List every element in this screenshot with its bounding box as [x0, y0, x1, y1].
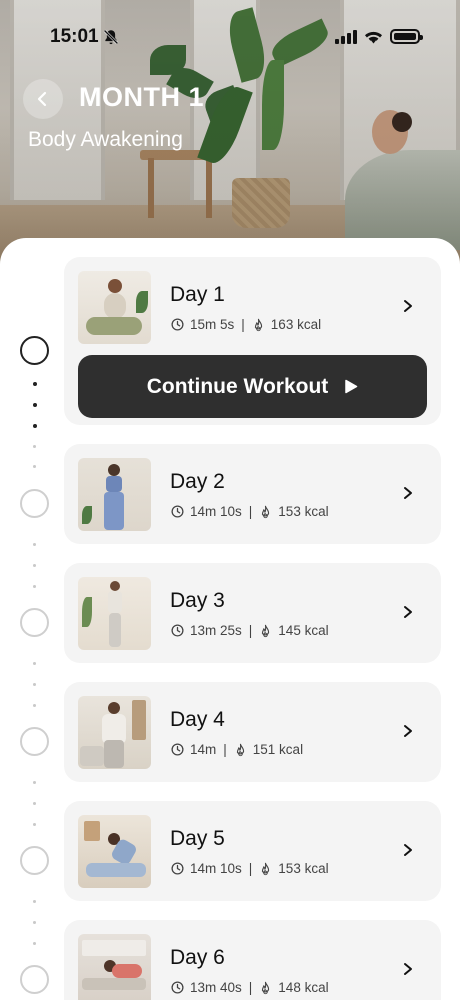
day-1-progress-circle	[20, 336, 49, 365]
chevron-right-icon	[404, 844, 412, 856]
clock-icon	[171, 505, 184, 518]
day-card-6[interactable]: Day 6 13m 40s | 148 kcal	[64, 920, 441, 1000]
flame-icon	[262, 624, 270, 637]
day-card-3[interactable]: Day 3 13m 25s | 145 kcal	[64, 563, 441, 663]
day-3-thumbnail	[78, 577, 151, 650]
timeline-dot	[33, 564, 36, 567]
continue-workout-button[interactable]: Continue Workout	[78, 355, 427, 418]
meta-separator: |	[241, 317, 245, 332]
day-4-progress-circle	[20, 727, 49, 756]
timeline-dot	[32, 382, 37, 386]
timeline-dot	[33, 445, 36, 448]
timeline-dot	[33, 683, 36, 686]
timeline-dot	[33, 662, 36, 665]
calories-text: 145 kcal	[278, 623, 329, 638]
day-2-meta: 14m 10s | 153 kcal	[171, 504, 329, 519]
timeline-dot	[33, 543, 36, 546]
clock-icon	[171, 743, 184, 756]
chevron-right-icon	[404, 606, 412, 618]
day-5-meta: 14m 10s | 153 kcal	[171, 861, 329, 876]
timeline-dot	[33, 823, 36, 826]
timeline-dot	[33, 585, 36, 588]
day-card-4[interactable]: Day 4 14m | 151 kcal	[64, 682, 441, 782]
duration-text: 13m 40s	[190, 980, 242, 995]
day-6-meta: 13m 40s | 148 kcal	[171, 980, 329, 995]
day-card-5[interactable]: Day 5 14m 10s | 153 kcal	[64, 801, 441, 901]
flame-icon	[254, 318, 262, 331]
duration-text: 14m 10s	[190, 504, 242, 519]
clock-icon	[171, 981, 184, 994]
meta-separator: |	[248, 504, 253, 519]
day-card-2[interactable]: Day 2 14m 10s | 153 kcal	[64, 444, 441, 544]
timeline-dot	[33, 900, 36, 903]
clock-icon	[171, 862, 184, 875]
day-1-meta: 15m 5s | 163 kcal	[171, 317, 321, 332]
battery-icon	[390, 29, 423, 44]
meta-separator: |	[248, 623, 253, 638]
day-1-thumbnail	[78, 271, 151, 344]
bell-slash-icon	[103, 29, 119, 45]
day-label: Day 2	[170, 470, 225, 493]
day-5-thumbnail	[78, 815, 151, 888]
clock-icon	[171, 624, 184, 637]
flame-icon	[262, 505, 270, 518]
clock-icon	[171, 318, 184, 331]
page-title: MONTH 1	[79, 82, 204, 112]
day-card-1[interactable]: Day 1 15m 5s | 163 kcal Continue Workout	[64, 257, 441, 425]
meta-separator: |	[248, 861, 253, 876]
chevron-left-icon	[37, 91, 47, 107]
timeline-dot	[33, 802, 36, 805]
meta-separator: |	[223, 742, 227, 757]
day-6-thumbnail	[78, 934, 151, 1000]
chevron-right-icon	[404, 963, 412, 975]
day-label: Day 3	[170, 589, 225, 612]
day-label: Day 6	[170, 946, 225, 969]
timeline-dot	[33, 704, 36, 707]
day-label: Day 5	[170, 827, 225, 850]
calories-text: 151 kcal	[252, 742, 304, 757]
duration-text: 13m 25s	[190, 623, 242, 638]
duration-text: 14m	[190, 742, 217, 757]
timeline-dot	[33, 465, 36, 468]
duration-text: 14m 10s	[190, 861, 242, 876]
chevron-right-icon	[404, 300, 412, 312]
day-5-progress-circle	[20, 846, 49, 875]
flame-icon	[236, 743, 244, 756]
day-6-progress-circle	[20, 965, 49, 994]
timeline-dot	[32, 424, 37, 428]
status-icons	[335, 29, 423, 44]
cellular-signal-icon	[335, 29, 357, 44]
meta-separator: |	[248, 980, 253, 995]
calories-text: 163 kcal	[270, 317, 322, 332]
day-label: Day 1	[170, 283, 225, 306]
timeline-dot	[33, 921, 36, 924]
duration-text: 15m 5s	[190, 317, 235, 332]
day-2-thumbnail	[78, 458, 151, 531]
calories-text: 153 kcal	[278, 504, 329, 519]
day-2-progress-circle	[20, 489, 49, 518]
play-icon	[345, 379, 358, 394]
status-time: 15:01	[50, 26, 99, 47]
calories-text: 148 kcal	[278, 980, 329, 995]
day-label: Day 4	[170, 708, 225, 731]
day-3-progress-circle	[20, 608, 49, 637]
continue-workout-label: Continue Workout	[146, 374, 329, 398]
day-4-meta: 14m | 151 kcal	[171, 742, 303, 757]
page-subtitle: Body Awakening	[28, 128, 183, 151]
day-3-meta: 13m 25s | 145 kcal	[171, 623, 329, 638]
wifi-icon	[365, 31, 382, 43]
timeline-dot	[33, 942, 36, 945]
chevron-right-icon	[404, 725, 412, 737]
timeline-dot	[33, 781, 36, 784]
calories-text: 153 kcal	[278, 861, 329, 876]
chevron-right-icon	[404, 487, 412, 499]
flame-icon	[262, 862, 270, 875]
back-button[interactable]	[23, 79, 63, 119]
timeline-dot	[32, 403, 37, 407]
flame-icon	[262, 981, 270, 994]
day-4-thumbnail	[78, 696, 151, 769]
